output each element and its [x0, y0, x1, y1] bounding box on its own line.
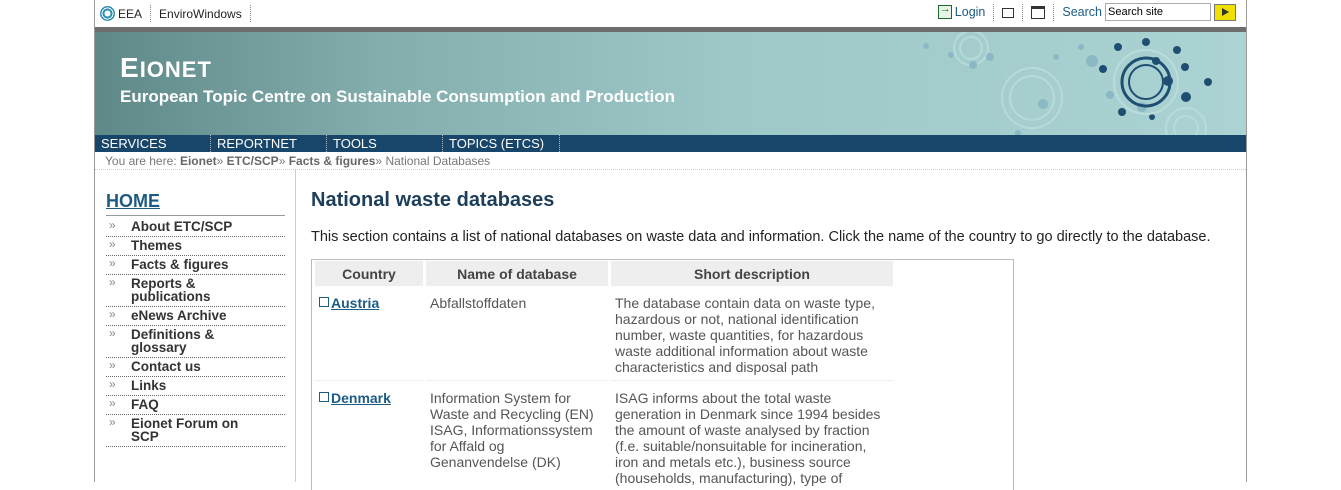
table-row: Denmark Information System for Waste and… [315, 382, 893, 490]
sidebar-item-label: Eionet Forum on SCP [131, 416, 239, 444]
home-link[interactable]: HOME [106, 191, 160, 212]
bullet-icon: » [109, 415, 116, 429]
print-icon[interactable] [1002, 8, 1015, 18]
sidebar-item-forum[interactable]: » Eionet Forum on SCP [106, 415, 285, 447]
site-title-rest: IONET [139, 57, 212, 82]
envirowindows-link[interactable]: EnviroWindows [159, 7, 242, 21]
bullet-icon: » [109, 377, 116, 391]
description-cell: ISAG informs about the total waste gener… [611, 382, 893, 490]
sidebar-menu: » About ETC/SCP » Themes » Facts & figures … [106, 218, 285, 447]
intro-text: This section contains a list of national… [311, 229, 1211, 245]
country-cell: Denmark [315, 382, 423, 490]
databases-table-frame: Country Name of database Short descripti… [311, 259, 1014, 490]
bullet-icon: » [109, 396, 116, 410]
new-window-icon[interactable] [1031, 5, 1046, 19]
nav-topics[interactable]: TOPICS (ETCS) [443, 135, 560, 152]
database-name-cell: Information System for Waste and Recycli… [426, 382, 608, 490]
eea-logo-icon [100, 6, 115, 21]
divider [1022, 3, 1024, 21]
site-subtitle: European Topic Centre on Sustainable Con… [120, 87, 676, 106]
divider [1053, 3, 1055, 21]
sidebar-item-label: Themes [131, 238, 183, 253]
breadcrumb-separator: » [278, 154, 286, 168]
table-header-row: Country Name of database Short descripti… [315, 261, 893, 286]
sidebar-item-label: Contact us [131, 359, 201, 374]
page: EEA EnviroWindows Login Search EIONET Eu… [94, 0, 1247, 490]
database-name-cell: Abfallstoffdaten [426, 287, 608, 381]
bullet-icon: » [109, 275, 116, 289]
bullet-icon: » [109, 256, 116, 270]
sidebar-item-label: FAQ [131, 397, 159, 412]
breadcrumb: You are here: Eionet» ETC/SCP» Facts & f… [105, 154, 490, 168]
column-header-country: Country [315, 261, 423, 286]
divider [993, 3, 995, 21]
sidebar-item-links[interactable]: » Links [106, 377, 285, 396]
country-cell: Austria [315, 287, 423, 381]
bullet-icon: » [109, 307, 116, 321]
site-title[interactable]: EIONET [120, 52, 212, 84]
bullet-icon: » [109, 358, 116, 372]
login-icon[interactable] [937, 3, 952, 19]
breadcrumb-separator: » [375, 154, 383, 168]
top-utility-bar: EEA EnviroWindows Login Search [95, 0, 1246, 26]
sidebar-item-facts[interactable]: » Facts & figures [106, 256, 285, 275]
divider [150, 5, 152, 22]
bullet-icon: » [109, 326, 116, 340]
main-nav: SERVICES REPORTNET TOOLS TOPICS (ETCS) [95, 135, 1246, 152]
description-cell: The database contain data on waste type,… [611, 287, 893, 381]
nav-reportnet[interactable]: REPORTNET [211, 135, 327, 152]
breadcrumb-item-eionet[interactable]: Eionet [180, 154, 217, 168]
search-input[interactable] [1105, 3, 1211, 21]
bullet-icon: » [109, 218, 116, 232]
decorative-circles [923, 32, 1212, 135]
divider [249, 5, 251, 22]
country-link-austria[interactable]: Austria [331, 295, 379, 311]
breadcrumb-item-etcscp[interactable]: ETC/SCP [227, 154, 279, 168]
left-sidebar: HOME » About ETC/SCP » Themes » Facts & fig… [95, 170, 296, 482]
sidebar-item-about[interactable]: » About ETC/SCP [106, 218, 285, 237]
sidebar-item-definitions[interactable]: » Definitions & glossary [106, 326, 285, 358]
top-right-tools: Login Search [937, 3, 1236, 21]
site-banner: EIONET European Topic Centre on Sustaina… [95, 32, 1246, 135]
breadcrumb-separator: » [216, 154, 224, 168]
sidebar-item-contact[interactable]: » Contact us [106, 358, 285, 377]
breadcrumb-item-facts[interactable]: Facts & figures [289, 154, 376, 168]
column-header-name: Name of database [426, 261, 608, 286]
sidebar-item-label: Links [131, 378, 167, 393]
sidebar-item-themes[interactable]: » Themes [106, 237, 285, 256]
table-row: Austria Abfallstoffdaten The database co… [315, 287, 893, 381]
login-link[interactable]: Login [955, 5, 986, 19]
sidebar-item-enews[interactable]: » eNews Archive [106, 307, 285, 326]
sidebar-item-label: Facts & figures [131, 257, 229, 272]
bullet-icon: » [109, 237, 116, 251]
top-left-links: EEA EnviroWindows [100, 5, 259, 22]
eea-link[interactable]: EEA [118, 7, 142, 21]
search-submit-button[interactable] [1214, 3, 1236, 21]
sidebar-item-label: Reports & publications [131, 276, 211, 304]
sidebar-item-label: Definitions & glossary [131, 327, 215, 355]
home-divider [106, 215, 285, 216]
sidebar-item-reports[interactable]: » Reports & publications [106, 275, 285, 307]
breadcrumb-prefix: You are here: [105, 154, 177, 168]
search-label: Search [1062, 5, 1102, 19]
nav-tools[interactable]: TOOLS [327, 135, 443, 152]
breadcrumb-current: National Databases [385, 154, 491, 168]
page-title: National waste databases [311, 189, 555, 211]
nav-services[interactable]: SERVICES [95, 135, 211, 152]
sidebar-item-faq[interactable]: » FAQ [106, 396, 285, 415]
external-link-icon [319, 297, 329, 307]
country-link-denmark[interactable]: Denmark [331, 390, 391, 406]
external-link-icon [319, 392, 329, 402]
databases-table: Country Name of database Short descripti… [312, 260, 896, 490]
sidebar-item-label: eNews Archive [131, 308, 227, 323]
sidebar-item-label: About ETC/SCP [131, 219, 233, 234]
site-title-initial: E [120, 52, 140, 83]
column-header-description: Short description [611, 261, 893, 286]
